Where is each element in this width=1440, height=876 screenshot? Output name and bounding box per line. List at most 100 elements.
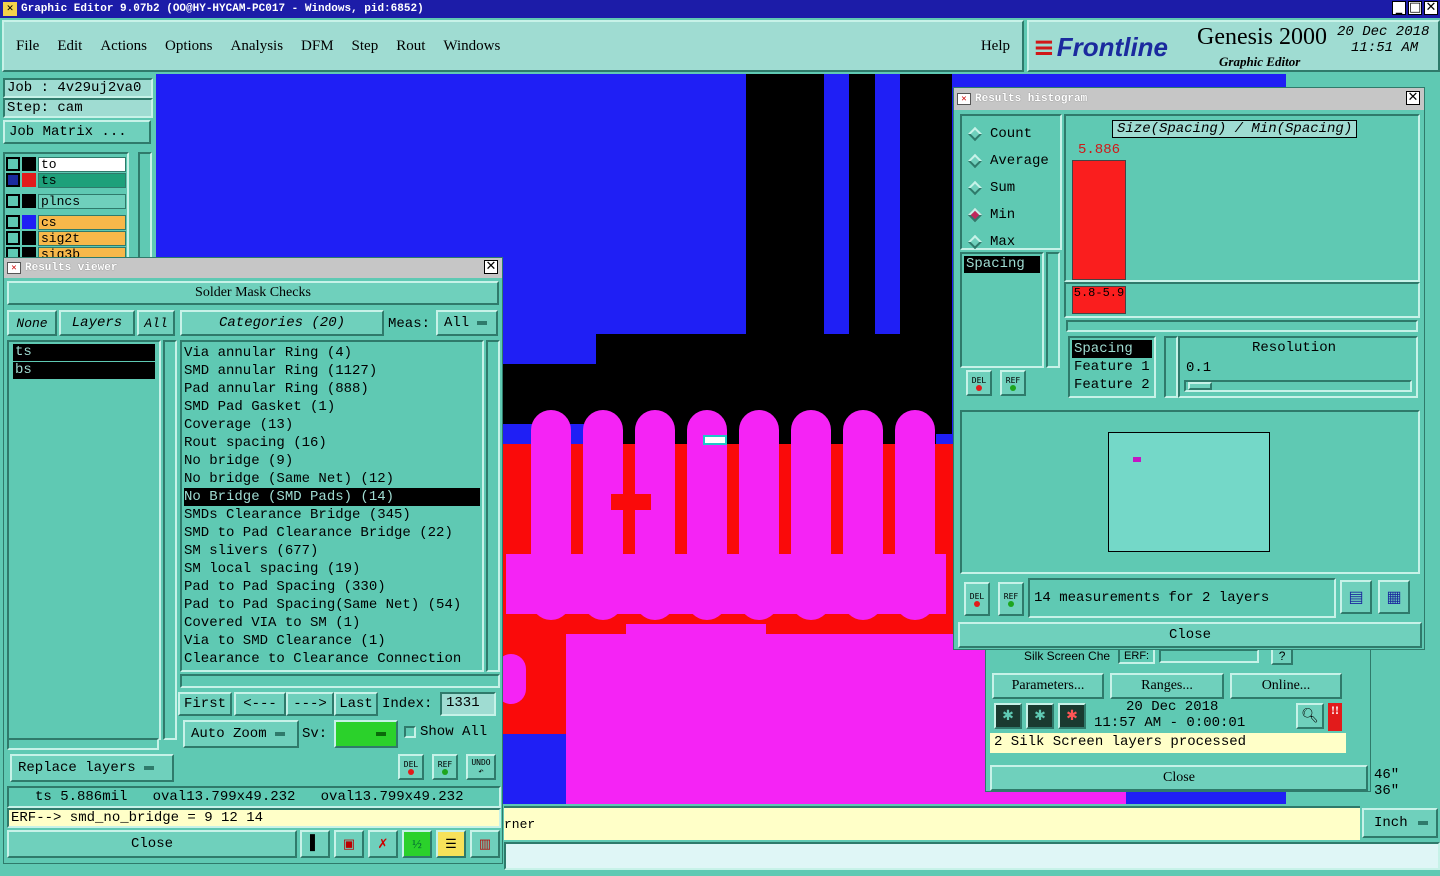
- results-layer-scrollbar[interactable]: [163, 340, 177, 740]
- feature-item[interactable]: Feature 2: [1072, 376, 1152, 394]
- layer-scrollbar[interactable]: [138, 152, 152, 262]
- category-item[interactable]: SMDs Clearance Bridge (345): [184, 506, 480, 524]
- feature-item[interactable]: Spacing: [1072, 340, 1152, 358]
- export-chart-icon[interactable]: ▤: [1340, 580, 1372, 614]
- measure-item[interactable]: Spacing: [964, 256, 1040, 273]
- meas-select[interactable]: All: [436, 310, 498, 336]
- layer-row-plncs[interactable]: plncs: [6, 193, 126, 209]
- ranges-button[interactable]: Ranges...: [1110, 673, 1224, 699]
- feature-item[interactable]: Feature 1: [1072, 358, 1152, 376]
- tool-button-histogram-icon[interactable]: ▥: [470, 830, 500, 858]
- histogram-ref-button[interactable]: REF: [998, 582, 1024, 616]
- show-all-checkbox[interactable]: Show All: [404, 724, 487, 740]
- tool-button-monitor-icon[interactable]: ▣: [334, 830, 364, 858]
- units-select[interactable]: Inch: [1362, 808, 1438, 838]
- mode-radio-count[interactable]: Count: [966, 120, 1060, 147]
- online-button[interactable]: Online...: [1230, 673, 1342, 699]
- category-item[interactable]: No bridge (9): [184, 452, 480, 470]
- menu-item-rout[interactable]: Rout: [396, 38, 425, 55]
- category-item[interactable]: Pad to Pad Spacing (330): [184, 578, 480, 596]
- resolution-slider[interactable]: [1184, 380, 1412, 392]
- replace-layers-select[interactable]: Replace layers: [10, 754, 174, 782]
- category-item[interactable]: No bridge (Same Net) (12): [184, 470, 480, 488]
- menu-item-file[interactable]: File: [16, 38, 39, 55]
- tool-button-stats-icon[interactable]: ½: [402, 830, 432, 858]
- first-button[interactable]: First: [178, 692, 232, 716]
- results-viewer-close-icon[interactable]: ✕: [484, 260, 498, 274]
- categories-button[interactable]: Categories (20): [180, 310, 384, 336]
- menu-item-windows[interactable]: Windows: [443, 38, 500, 55]
- menu-item-analysis[interactable]: Analysis: [231, 38, 284, 55]
- export-table-icon[interactable]: ▦: [1378, 580, 1410, 614]
- zoom-icon[interactable]: 🔍︎: [1296, 703, 1324, 729]
- all-button[interactable]: All: [137, 310, 175, 336]
- ref-button[interactable]: REF: [432, 754, 458, 780]
- histogram-ref-top-button[interactable]: REF: [1000, 370, 1026, 396]
- category-item[interactable]: Clearance to Clearance Connection: [184, 650, 480, 668]
- results-viewer-close-button[interactable]: Close: [7, 830, 297, 858]
- category-item[interactable]: SM local spacing (19): [184, 560, 480, 578]
- parameters-button[interactable]: Parameters...: [992, 673, 1104, 699]
- feature-scrollbar[interactable]: [1164, 336, 1178, 398]
- undo-button[interactable]: UNDO ↶: [466, 754, 496, 780]
- auto-zoom-select[interactable]: Auto Zoom: [183, 720, 299, 748]
- layer-row-to[interactable]: to: [6, 156, 126, 172]
- category-item[interactable]: SM slivers (677): [184, 542, 480, 560]
- sv-color-select[interactable]: [334, 720, 398, 748]
- menu-item-actions[interactable]: Actions: [100, 38, 147, 55]
- measure-scrollbar[interactable]: [1046, 252, 1060, 368]
- category-item[interactable]: Rout spacing (16): [184, 434, 480, 452]
- category-item[interactable]: Via annular Ring (4): [184, 344, 480, 362]
- last-button[interactable]: Last: [334, 692, 378, 716]
- category-item[interactable]: Pad to Pad Spacing(Same Net) (54): [184, 596, 480, 614]
- next-button[interactable]: --->: [286, 692, 334, 716]
- run-all-icon[interactable]: ✱: [1026, 703, 1054, 729]
- maximize-icon[interactable]: □: [1408, 1, 1422, 15]
- layer-row-ts[interactable]: ts: [6, 172, 126, 188]
- layer-row-sig2t[interactable]: sig2t: [6, 230, 126, 246]
- command-line[interactable]: [504, 842, 1440, 870]
- histogram-del-button[interactable]: DEL: [964, 582, 990, 616]
- index-input[interactable]: 1331: [440, 692, 496, 716]
- category-item[interactable]: SMD annular Ring (1127): [184, 362, 480, 380]
- prev-button[interactable]: <---: [234, 692, 286, 716]
- histogram-bar[interactable]: [1072, 160, 1126, 280]
- category-item[interactable]: Coverage (13): [184, 416, 480, 434]
- layer-checkbox-icon[interactable]: [6, 173, 20, 187]
- minimize-icon[interactable]: _: [1392, 1, 1406, 15]
- layer-checkbox-icon[interactable]: [6, 215, 20, 229]
- category-item[interactable]: No Bridge (SMD Pads) (14): [184, 488, 480, 506]
- category-item[interactable]: Pad annular Ring (888): [184, 380, 480, 398]
- run-error-icon[interactable]: ✱: [1058, 703, 1086, 729]
- category-item[interactable]: Via to SMD Clearance (1): [184, 632, 480, 650]
- close-icon[interactable]: ✕: [1424, 1, 1438, 15]
- layer-checkbox-icon[interactable]: [6, 194, 20, 208]
- menu-item-edit[interactable]: Edit: [57, 38, 82, 55]
- tool-button-chart-icon[interactable]: ▌: [300, 830, 330, 858]
- mode-radio-sum[interactable]: Sum: [966, 174, 1060, 201]
- layer-checkbox-icon[interactable]: [6, 157, 20, 171]
- category-item[interactable]: SMD Pad Gasket (1): [184, 398, 480, 416]
- menu-item-dfm[interactable]: DFM: [301, 38, 334, 55]
- run-icon[interactable]: ✱: [994, 703, 1022, 729]
- category-hscroll[interactable]: [180, 674, 500, 688]
- category-item[interactable]: Covered VIA to SM (1): [184, 614, 480, 632]
- menu-help[interactable]: Help: [981, 38, 1010, 55]
- tool-button-erf-icon[interactable]: ✗: [368, 830, 398, 858]
- job-matrix-button[interactable]: Job Matrix ...: [3, 120, 151, 144]
- mode-radio-min[interactable]: Min: [966, 201, 1060, 228]
- mode-radio-average[interactable]: Average: [966, 147, 1060, 174]
- silk-close-button[interactable]: Close: [990, 765, 1368, 791]
- tool-button-report-icon[interactable]: ☰: [436, 830, 466, 858]
- histogram-close-button[interactable]: Close: [958, 622, 1422, 648]
- category-scrollbar[interactable]: [486, 340, 500, 672]
- menu-item-options[interactable]: Options: [165, 38, 213, 55]
- results-layer-item[interactable]: bs: [13, 362, 155, 379]
- histogram-close-icon[interactable]: ✕: [1406, 91, 1420, 105]
- layer-checkbox-icon[interactable]: [6, 231, 20, 245]
- layers-button[interactable]: Layers: [59, 310, 135, 336]
- layer-row-cs[interactable]: cs: [6, 214, 126, 230]
- none-button[interactable]: None: [7, 310, 57, 336]
- histogram-del-top-button[interactable]: DEL: [966, 370, 992, 396]
- del-button[interactable]: DEL: [398, 754, 424, 780]
